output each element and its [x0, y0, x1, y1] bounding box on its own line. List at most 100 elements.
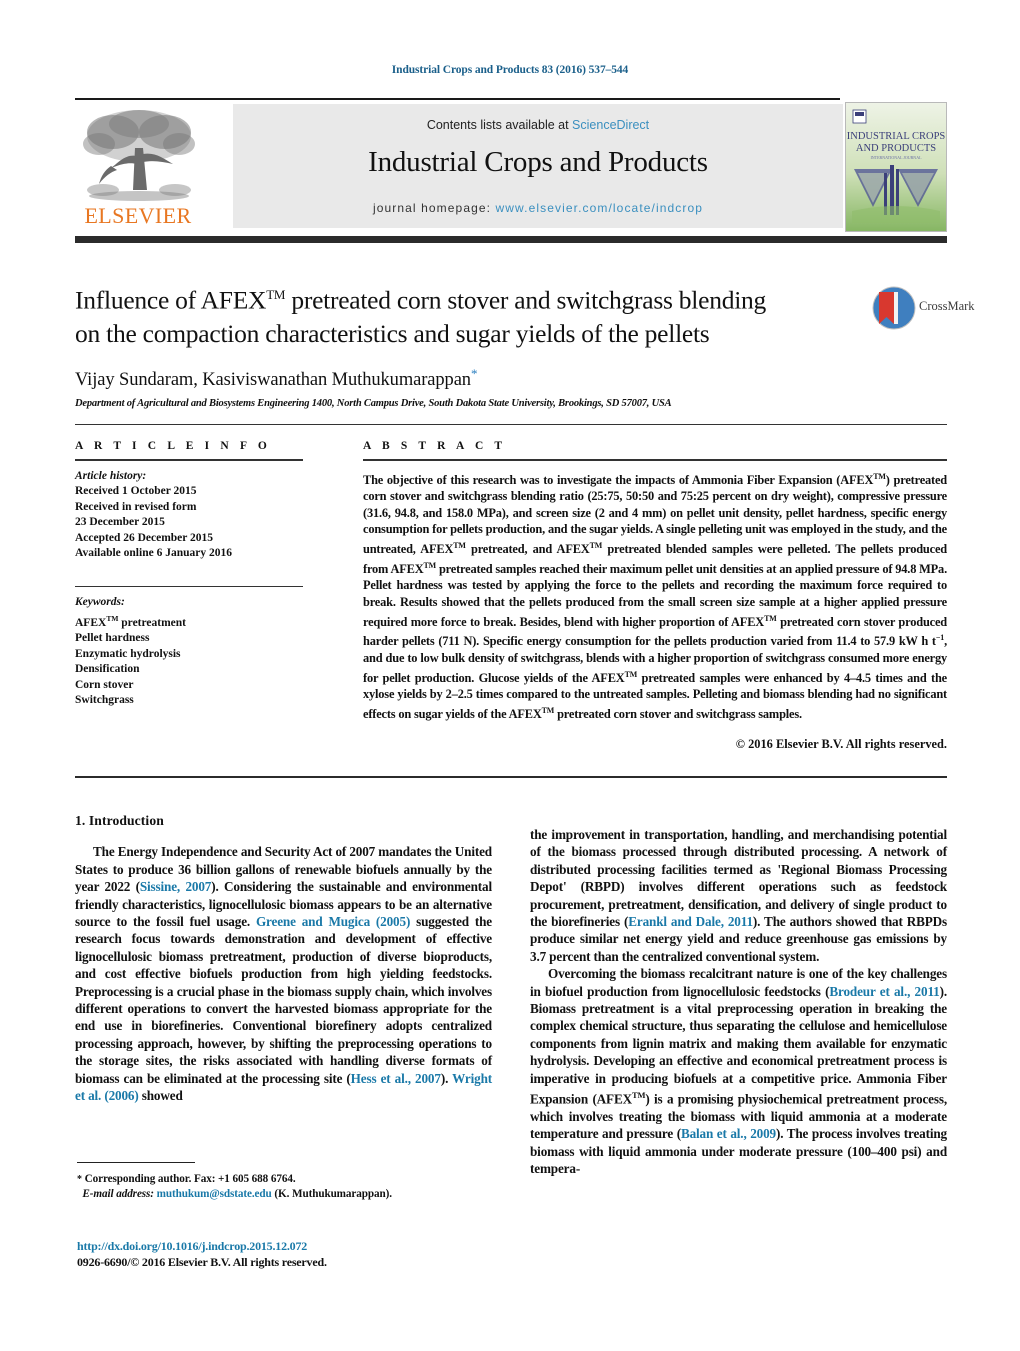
- keyword-5: Switchgrass: [75, 694, 134, 707]
- article-info-column: A R T I C L E I N F O Article history: R…: [75, 440, 303, 709]
- keywords-label: Keywords:: [75, 596, 125, 609]
- body-column-right: the improvement in transportation, handl…: [530, 826, 947, 1178]
- contents-prefix: Contents lists available at: [426, 118, 573, 132]
- footnote-email-suffix: (K. Muthukumarappan).: [271, 1188, 392, 1200]
- journal-homepage-line: journal homepage: www.elsevier.com/locat…: [233, 201, 843, 215]
- history-item-3: Accepted 26 December 2015: [75, 531, 214, 544]
- abstract-rule: [363, 459, 947, 461]
- intro-r-sup: TM: [631, 1090, 646, 1101]
- keyword-2: Enzymatic hydrolysis: [75, 647, 181, 660]
- crossmark-icon[interactable]: [872, 286, 916, 330]
- journal-homepage-link[interactable]: www.elsevier.com/locate/indcrop: [496, 201, 704, 215]
- doi-link[interactable]: http://dx.doi.org/10.1016/j.indcrop.2015…: [77, 1238, 507, 1254]
- abs-sup-3: TM: [589, 541, 603, 550]
- abstract-column: A B S T R A C T The objective of this re…: [363, 440, 947, 752]
- keyword-0-pre: AFEX: [75, 616, 107, 629]
- footnote-corresponding: Corresponding author. Fax: +1 605 688 67…: [81, 1173, 296, 1185]
- crossmark-label: CrossMark: [919, 299, 975, 313]
- journal-masthead: ELSEVIER Contents lists available at Sci…: [75, 98, 947, 232]
- citation-sissine-2007[interactable]: Sissine, 2007: [140, 879, 212, 894]
- elsevier-logo: ELSEVIER: [77, 104, 199, 228]
- intro-l-d: ).: [440, 1070, 453, 1086]
- footnote-email-link[interactable]: muthukum@sdstate.edu: [157, 1188, 272, 1200]
- abstract-text: The objective of this research was to in…: [363, 469, 947, 723]
- abs-sup-8: TM: [541, 705, 555, 715]
- paper-page: Industrial Crops and Products 83 (2016) …: [0, 0, 1020, 1351]
- abstract-copyright: © 2016 Elsevier B.V. All rights reserved…: [735, 736, 947, 751]
- section-heading-introduction: 1. Introduction: [75, 813, 164, 828]
- keyword-1: Pellet hardness: [75, 632, 150, 645]
- homepage-prefix: journal homepage:: [372, 201, 496, 215]
- intro-paragraph-left: The Energy Independence and Security Act…: [75, 843, 492, 1104]
- article-info-top-rule: [75, 424, 947, 425]
- footnote-email-label: E-mail address:: [82, 1188, 154, 1200]
- citation-brodeur-2011[interactable]: Brodeur et al., 2011: [829, 984, 939, 999]
- intro-r-d: ). Biomass pretreatment is a vital prepr…: [530, 983, 947, 1107]
- title-block: Influence of AFEXTM pretreated corn stov…: [75, 278, 865, 409]
- abs-i: pretreated corn stover and switchgrass s…: [554, 707, 802, 722]
- title-part-3: on the compaction characteristics and su…: [75, 318, 710, 348]
- article-history-label: Article history:: [75, 469, 147, 482]
- corresponding-author-marker: *: [470, 365, 478, 381]
- sciencedirect-link[interactable]: ScienceDirect: [572, 118, 649, 132]
- contents-available-line: Contents lists available at ScienceDirec…: [233, 118, 843, 132]
- masthead-center-band: Contents lists available at ScienceDirec…: [233, 104, 843, 228]
- author-list: Vijay Sundaram, Kasiviswanathan Muthukum…: [75, 366, 865, 391]
- cover-art-icon: INDUSTRIAL CROPS AND PRODUCTS INTERNATIO…: [846, 103, 946, 231]
- title-trademark-sup: TM: [266, 287, 286, 302]
- citation-greene-mugica-2005[interactable]: Greene and Mugica (2005): [256, 914, 410, 929]
- keyword-0-sup: TM: [106, 613, 119, 623]
- abs-sup-4: TM: [423, 560, 437, 570]
- citation-balan-2009[interactable]: Balan et al., 2009: [681, 1126, 776, 1141]
- doi-block: http://dx.doi.org/10.1016/j.indcrop.2015…: [77, 1238, 507, 1270]
- history-item-2: 23 December 2015: [75, 516, 165, 529]
- abs-sup-7: TM: [624, 669, 638, 679]
- title-part-1: Influence of AFEX: [75, 285, 267, 315]
- title-part-2: pretreated corn stover and switchgrass b…: [285, 285, 767, 315]
- citation-hess-2007[interactable]: Hess et al., 2007: [351, 1071, 441, 1086]
- body-column-left: 1. Introduction The Energy Independence …: [75, 812, 492, 1105]
- masthead-bottom-rule: [75, 236, 947, 243]
- issn-copyright: 0926-6690/© 2016 Elsevier B.V. All right…: [77, 1255, 327, 1269]
- masthead-top-rule: [75, 98, 840, 100]
- svg-text:INDUSTRIAL CROPS: INDUSTRIAL CROPS: [847, 131, 946, 142]
- svg-text:AND PRODUCTS: AND PRODUCTS: [856, 143, 936, 154]
- abstract-bottom-rule: [75, 776, 947, 778]
- keywords-block: Keywords: AFEXTM pretreatment Pellet har…: [75, 586, 303, 709]
- elsevier-wordmark: ELSEVIER: [84, 203, 192, 228]
- intro-l-c: suggested the research focus towards dem…: [75, 914, 493, 1086]
- keywords-rule: [75, 586, 303, 588]
- svg-text:INTERNATIONAL JOURNAL: INTERNATIONAL JOURNAL: [870, 155, 922, 160]
- intro-paragraph-right-2: Overcoming the biomass recalcitrant natu…: [530, 965, 947, 1177]
- citation-erankl-dale-2011[interactable]: Erankl and Dale, 2011: [628, 914, 753, 929]
- abstract-heading: A B S T R A C T: [363, 440, 507, 452]
- abs-c: pretreated, and AFEX: [465, 542, 590, 557]
- footnote-separator-rule: [77, 1162, 195, 1164]
- corresponding-author-footnote: * Corresponding author. Fax: +1 605 688 …: [77, 1172, 507, 1202]
- page-title: Influence of AFEXTM pretreated corn stov…: [75, 278, 865, 350]
- article-history: Article history: Received 1 October 2015…: [75, 469, 303, 563]
- abs-sup-6: −1: [935, 633, 945, 643]
- journal-title: Industrial Crops and Products: [368, 146, 708, 178]
- history-item-1: Received in revised form: [75, 500, 197, 513]
- elsevier-tree-icon: [83, 110, 195, 201]
- intro-paragraph-right-1: the improvement in transportation, handl…: [530, 826, 947, 965]
- article-info-heading: A R T I C L E I N F O: [75, 440, 271, 452]
- keyword-4: Corn stover: [75, 678, 134, 691]
- history-item-4: Available online 6 January 2016: [75, 547, 232, 560]
- article-info-rule: [75, 459, 303, 461]
- affiliation: Department of Agricultural and Biosystem…: [75, 397, 672, 409]
- crossmark-badge[interactable]: CrossMark: [872, 286, 975, 332]
- intro-l-e: showed: [138, 1088, 183, 1104]
- abs-sup-2: TM: [453, 541, 466, 550]
- keyword-0-post: pretreatment: [118, 616, 186, 629]
- abs-sup-1: TM: [873, 471, 886, 481]
- history-item-0: Received 1 October 2015: [75, 485, 197, 498]
- abs-sup-5: TM: [764, 613, 777, 623]
- keyword-3: Densification: [75, 663, 140, 676]
- authors-names: Vijay Sundaram, Kasiviswanathan Muthukum…: [75, 369, 471, 390]
- journal-cover-thumbnail: INDUSTRIAL CROPS AND PRODUCTS INTERNATIO…: [845, 102, 947, 232]
- abs-a: The objective of this research was to in…: [363, 472, 874, 487]
- running-head: Industrial Crops and Products 83 (2016) …: [391, 64, 629, 76]
- keywords-list: Keywords: AFEXTM pretreatment Pellet har…: [75, 595, 303, 709]
